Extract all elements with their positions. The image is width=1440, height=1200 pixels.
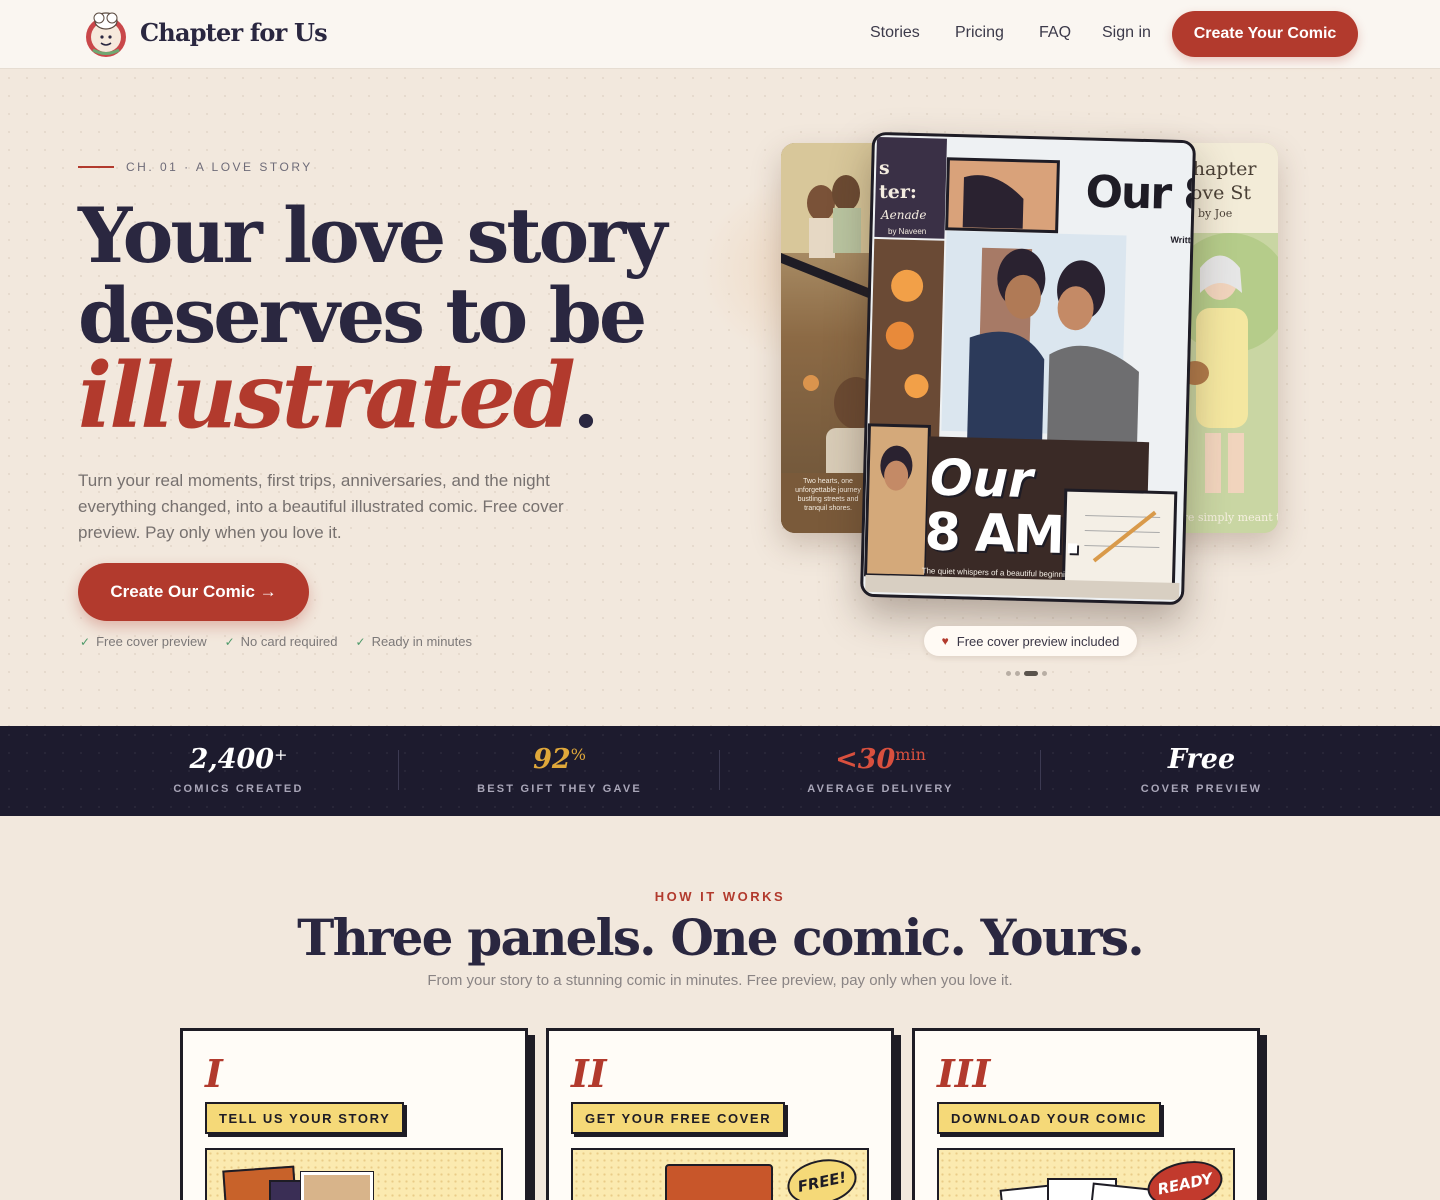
cover-title-left-line: s xyxy=(879,157,890,179)
stat-cover-preview: Free COVER PREVIEW xyxy=(1041,726,1362,816)
cover-title-left: s ter: xyxy=(879,156,917,204)
step-illustration xyxy=(205,1148,503,1200)
stat-suffix: + xyxy=(274,745,288,764)
check-item: ✓ Free cover preview xyxy=(80,634,207,649)
badge-label: Free cover preview included xyxy=(956,633,1120,649)
eyebrow-rule xyxy=(78,166,114,168)
hero-checklist: ✓ Free cover preview ✓ No card required … xyxy=(80,634,472,649)
stat-value: <30min xyxy=(720,744,1041,775)
hero-eyebrow: CH. 01 · A LOVE STORY xyxy=(126,160,313,174)
cover-written: Writte xyxy=(1170,234,1196,246)
check-icon: ✓ xyxy=(224,634,235,649)
nav-link-pricing[interactable]: Pricing xyxy=(955,24,1004,42)
carousel-dot[interactable] xyxy=(1042,671,1047,676)
cover-title-main-line-2: 8 AM. xyxy=(923,502,1082,567)
create-your-comic-button[interactable]: Create Your Comic xyxy=(1172,11,1358,57)
step-tag: TELL US YOUR STORY xyxy=(205,1102,405,1134)
stat-value: 92% xyxy=(399,744,720,775)
stat-number: 92 xyxy=(533,744,571,775)
step-card-1: I TELL US YOUR STORY xyxy=(180,1028,528,1200)
stat-label: COVER PREVIEW xyxy=(1140,783,1263,795)
hero-headline: Your love story deserves to be illustrat… xyxy=(78,191,678,442)
step-card-2: II GET YOUR FREE COVER FREE! xyxy=(546,1028,894,1200)
check-item: ✓ No card required xyxy=(225,634,338,649)
step-numeral: II xyxy=(571,1051,607,1096)
step-numeral: I xyxy=(205,1051,223,1096)
stat-number: 30 xyxy=(857,744,896,775)
stat-suffix: % xyxy=(570,745,586,764)
step-illustration: FREE! xyxy=(571,1148,869,1200)
headline-line-3: illustrated. xyxy=(78,351,678,441)
check-icon: ✓ xyxy=(80,634,91,649)
stat-best-gift: 92% BEST GIFT THEY GAVE xyxy=(399,726,720,816)
ready-burst: READY xyxy=(1143,1154,1227,1200)
step-numeral: III xyxy=(937,1051,991,1096)
stat-number: Free xyxy=(1167,744,1236,775)
cover-caption-right: are simply meant to xyxy=(1176,511,1278,524)
carousel-dot[interactable] xyxy=(1015,671,1020,676)
step-tag: DOWNLOAD YOUR COMIC xyxy=(937,1102,1162,1134)
stats-band: 2,400+ COMICS CREATED 92% BEST GIFT THEY… xyxy=(0,726,1440,816)
headline-line-1: Your love story xyxy=(78,191,667,280)
how-it-works-eyebrow: HOW IT WORKS xyxy=(654,889,786,904)
cover-byline-right: by Joe xyxy=(1198,207,1233,220)
check-label: Ready in minutes xyxy=(371,634,473,649)
create-our-comic-button[interactable]: Create Our Comic → xyxy=(78,563,309,621)
nav-link-sign-in[interactable]: Sign in xyxy=(1102,24,1151,42)
cover-title-main: Our xyxy=(929,448,1034,510)
stat-prefix: < xyxy=(835,744,858,775)
nav-link-faq[interactable]: FAQ xyxy=(1039,24,1071,42)
logo-chef-bear-icon[interactable] xyxy=(83,10,129,58)
carousel-dots xyxy=(1006,671,1047,676)
headline-period: . xyxy=(572,356,600,445)
check-item: ✓ Ready in minutes xyxy=(356,634,473,649)
book-cover xyxy=(665,1164,773,1200)
heart-icon: ♥ xyxy=(941,634,949,648)
stat-label: COMICS CREATED xyxy=(173,783,304,795)
stat-label: BEST GIFT THEY GAVE xyxy=(477,783,642,795)
cover-title-top: Our 8 A xyxy=(1084,166,1197,221)
check-icon: ✓ xyxy=(355,634,366,649)
stat-suffix: min xyxy=(895,745,926,764)
nav-link-stories[interactable]: Stories xyxy=(870,24,920,42)
stat-value: Free xyxy=(1041,744,1362,775)
stat-number: 2,400 xyxy=(189,744,275,775)
carousel-dot-active[interactable] xyxy=(1024,671,1038,676)
free-cover-badge: ♥ Free cover preview included xyxy=(924,626,1137,656)
how-it-works-subtitle: From your story to a stunning comic in m… xyxy=(427,972,1013,989)
step-illustration: READY xyxy=(937,1148,1235,1200)
stat-value: 2,400+ xyxy=(78,744,399,775)
cover-caption-left: Two hearts, one unforgettable journey bu… xyxy=(795,478,861,512)
stat-comics-created: 2,400+ COMICS CREATED xyxy=(78,726,399,816)
cover-subtitle-left: Aenade xyxy=(881,208,927,222)
brand-name[interactable]: Chapter for Us xyxy=(140,18,328,47)
step-tag: GET YOUR FREE COVER xyxy=(571,1102,786,1134)
check-label: Free cover preview xyxy=(96,634,207,649)
photo-card xyxy=(301,1172,373,1200)
stat-average-delivery: <30min AVERAGE DELIVERY xyxy=(720,726,1041,816)
headline-accent: illustrated xyxy=(78,343,576,449)
check-label: No card required xyxy=(240,634,338,649)
carousel-dot[interactable] xyxy=(1006,671,1011,676)
how-it-works-title: Three panels. One comic. Yours. xyxy=(297,908,1144,967)
free-burst: FREE! xyxy=(783,1153,861,1200)
hero-subtitle: Turn your real moments, first trips, ann… xyxy=(78,471,564,542)
cover-title-left-line: ter: xyxy=(879,181,917,203)
top-nav: Chapter for Us Stories Pricing FAQ Sign … xyxy=(0,0,1440,69)
cover-byline-left: by Naveen xyxy=(888,227,927,236)
stat-label: AVERAGE DELIVERY xyxy=(807,783,954,795)
step-card-3: III DOWNLOAD YOUR COMIC READY xyxy=(912,1028,1260,1200)
